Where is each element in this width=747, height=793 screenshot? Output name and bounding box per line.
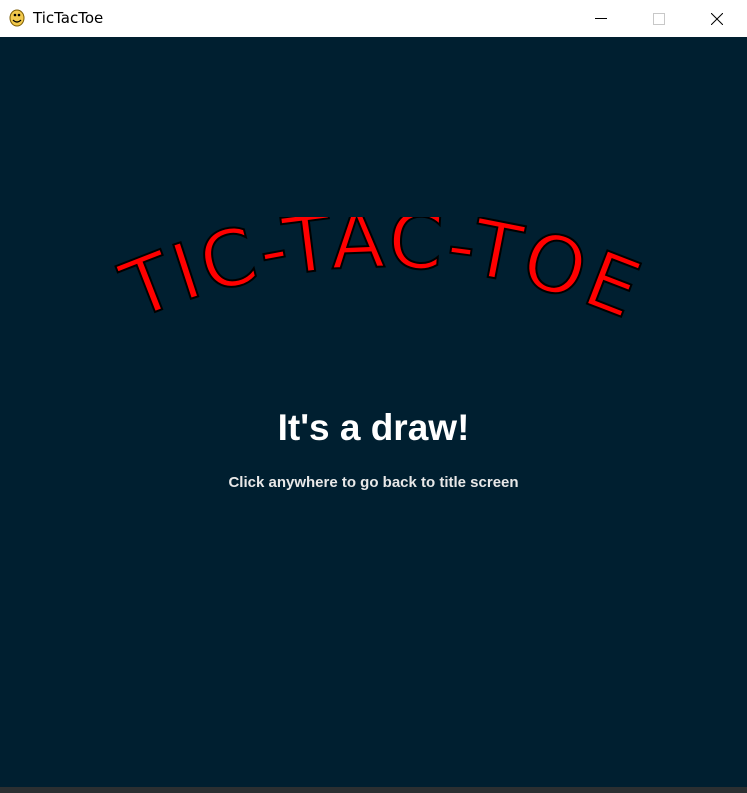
result-message: It's a draw! [277, 407, 470, 448]
maximize-button[interactable] [636, 0, 682, 37]
close-icon [711, 13, 723, 25]
window-title: TicTacToe [33, 9, 104, 27]
svg-text:TIC-TAC-TOE: TIC-TAC-TOE [110, 217, 654, 337]
minimize-icon [595, 18, 607, 19]
game-area[interactable]: TIC-TAC-TOE It's a draw! Click anywhere … [0, 37, 747, 787]
python-snake-icon [9, 9, 25, 27]
maximize-icon [653, 13, 665, 25]
close-button[interactable] [694, 0, 740, 37]
bottom-border [0, 787, 747, 793]
instruction-text: Click anywhere to go back to title scree… [228, 474, 519, 491]
window-titlebar[interactable]: TicTacToe [0, 0, 747, 37]
minimize-button[interactable] [578, 0, 624, 37]
logo-text: TIC-TAC-TOE [109, 217, 652, 338]
game-logo: TIC-TAC-TOE [109, 217, 654, 338]
